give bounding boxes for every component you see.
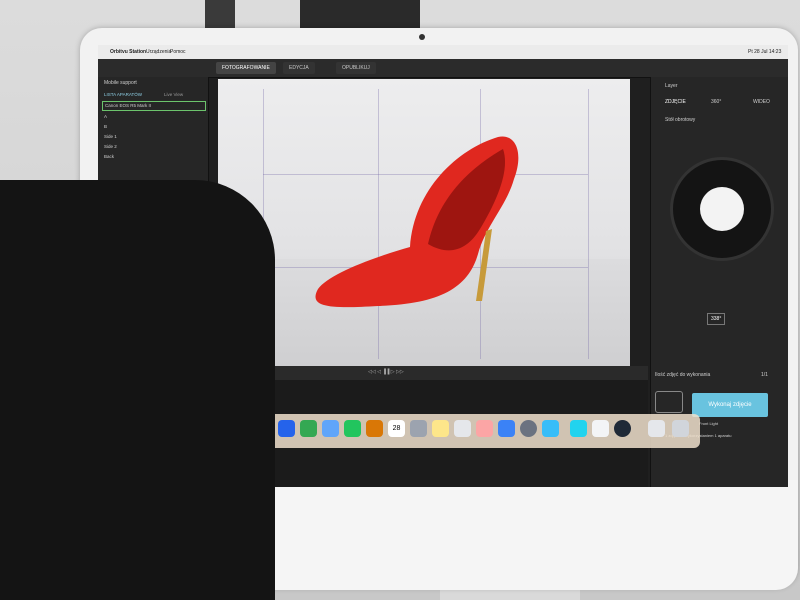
settings-icon[interactable] bbox=[520, 420, 537, 437]
camera-list-title: LISTA APARATÓW bbox=[104, 92, 143, 97]
menu-clock[interactable]: Pt 28 Jul 14:23 bbox=[748, 49, 781, 55]
tab-publishing[interactable]: OPUBLIKUJ bbox=[336, 62, 376, 74]
product-shoe bbox=[315, 136, 519, 308]
live-view-label[interactable]: Live View bbox=[164, 91, 183, 99]
live-view-canvas[interactable] bbox=[218, 79, 630, 366]
shots-label: Ilość zdjęć do wykonania bbox=[655, 372, 711, 378]
menu-bar: Orbitvu Station Urządzenia Pomoc Pt 28 J… bbox=[98, 45, 788, 59]
camera-row[interactable]: A bbox=[104, 113, 107, 121]
orbitvu-icon[interactable] bbox=[542, 420, 559, 437]
person-foreground bbox=[0, 180, 275, 600]
menu-devices[interactable]: Urządzenia bbox=[146, 49, 171, 55]
camera-row[interactable]: Side 1 bbox=[104, 133, 117, 141]
tab-photography[interactable]: FOTOGRAFOWANIE bbox=[216, 62, 276, 74]
active-camera-name: Canon EOS R5 Mark II bbox=[105, 103, 152, 108]
orbitvu-icon[interactable] bbox=[570, 420, 587, 437]
trash-icon[interactable] bbox=[672, 420, 689, 437]
menu-help[interactable]: Pomoc bbox=[170, 49, 186, 55]
app-icon[interactable] bbox=[454, 420, 471, 437]
camera-button[interactable] bbox=[655, 391, 683, 413]
facetime-icon[interactable] bbox=[344, 420, 361, 437]
app-icon[interactable] bbox=[592, 420, 609, 437]
tab-video[interactable]: WIDEO bbox=[753, 97, 770, 107]
panel-header: Mobile support bbox=[104, 80, 137, 86]
messages-icon[interactable] bbox=[300, 420, 317, 437]
layer-label: Layer bbox=[665, 83, 678, 89]
notes-icon[interactable] bbox=[432, 420, 449, 437]
menu-app-name[interactable]: Orbitvu Station bbox=[110, 49, 146, 55]
webcam bbox=[419, 34, 425, 40]
capture-button[interactable]: Wykonaj zdjęcie bbox=[692, 393, 768, 417]
preset-label: Front Light bbox=[699, 421, 719, 426]
shots-value[interactable]: 1/1 bbox=[761, 370, 768, 380]
tab-photo[interactable]: ZDJĘCIE bbox=[665, 97, 686, 107]
tab-editing[interactable]: EDYCJA bbox=[283, 62, 315, 74]
tab-360[interactable]: 360° bbox=[711, 97, 721, 107]
app-store-icon[interactable] bbox=[498, 420, 515, 437]
app-tab-bar: FOTOGRAFOWANIE EDYCJA OPUBLIKUJ bbox=[98, 59, 788, 78]
camera-row[interactable]: B bbox=[104, 123, 107, 131]
angle-value[interactable]: 338° bbox=[707, 313, 726, 325]
calendar-icon[interactable]: 28 bbox=[388, 420, 405, 437]
app-icon[interactable] bbox=[614, 420, 631, 437]
turntable-dial[interactable] bbox=[670, 157, 774, 261]
mail-icon[interactable] bbox=[322, 420, 339, 437]
app-icon[interactable] bbox=[366, 420, 383, 437]
numbers-icon[interactable] bbox=[410, 420, 427, 437]
downloads-icon[interactable] bbox=[648, 420, 665, 437]
turntable-mode[interactable]: Stół obrotowy bbox=[665, 115, 695, 125]
turntable-preview bbox=[700, 187, 744, 231]
camera-row[interactable]: Back bbox=[104, 153, 114, 161]
playback-controls[interactable]: ◁◁ ◁ ▐▐ ▷ ▷▷ bbox=[368, 369, 404, 375]
app-icon[interactable] bbox=[278, 420, 295, 437]
active-camera-row[interactable]: Canon EOS R5 Mark II bbox=[102, 101, 206, 111]
app-icon[interactable] bbox=[476, 420, 493, 437]
camera-row[interactable]: Side 2 bbox=[104, 143, 117, 151]
